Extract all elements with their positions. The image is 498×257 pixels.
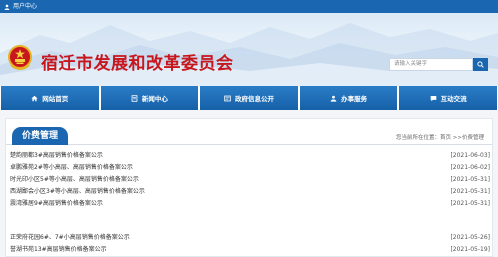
- nav-item-label: 互动交流: [440, 95, 467, 103]
- breadcrumb: 您当前所在位置：首页 >>价费管理: [396, 133, 484, 141]
- info-doc-icon: [224, 95, 231, 101]
- list-item[interactable]: 楚韵丽都3#高层销售价格备案公示 [2021-06-03]: [10, 151, 490, 161]
- nav-item-services[interactable]: 办事服务: [299, 86, 398, 110]
- nav-item-label: 新闻中心: [141, 95, 168, 103]
- page: 用户中心 宿迁市发展和改革委员会 请输入关键字 网站首页 新闻中心 政府信息公开…: [0, 0, 498, 257]
- content-panel: 价费管理 您当前所在位置：首页 >>价费管理 楚韵丽都3#高层销售价格备案公示 …: [5, 118, 493, 257]
- site-title: 宿迁市发展和改革委员会: [41, 54, 234, 74]
- document-icon: [131, 94, 138, 102]
- list-item[interactable]: 卓鹏雅苑2#等小高层、高层销售价格备案公示 [2021-06-02]: [10, 163, 490, 173]
- list-item[interactable]: 时光印小区5#等小高层、高层销售价格备案公示 [2021-05-31]: [10, 175, 490, 185]
- list-item-title[interactable]: 卓鹏雅苑2#等小高层、高层销售价格备案公示: [10, 163, 133, 173]
- main-nav: 网站首页 新闻中心 政府信息公开 办事服务 互动交流: [0, 86, 498, 110]
- nav-item-label: 政府信息公开: [234, 95, 274, 103]
- list-item-date: [2021-05-31]: [450, 200, 490, 207]
- list-item-date: [2021-05-26]: [450, 234, 490, 241]
- user-icon: [4, 4, 10, 10]
- breadcrumb-prefix: 您当前所在位置：: [396, 135, 441, 141]
- nav-item-gov-info[interactable]: 政府信息公开: [200, 86, 298, 110]
- panel-header: 价费管理 您当前所在位置：首页 >>价费管理: [6, 127, 492, 145]
- list-item-title[interactable]: 誉湖书苑13#高层销售价格备案公示: [10, 245, 107, 255]
- header-banner: 宿迁市发展和改革委员会 请输入关键字: [0, 13, 498, 86]
- nav-item-label: 网站首页: [42, 95, 69, 103]
- national-emblem-icon: [8, 45, 32, 70]
- list-item-title[interactable]: 楚韵丽都3#高层销售价格备案公示: [10, 151, 103, 161]
- top-bar: 用户中心: [0, 0, 498, 13]
- list-item-date: [2021-05-31]: [450, 188, 490, 195]
- list-item-date: [2021-05-31]: [450, 176, 490, 183]
- list-item-date: [2021-06-02]: [450, 164, 490, 171]
- search-input[interactable]: 请输入关键字: [389, 58, 473, 71]
- list-item-date: [2021-06-03]: [450, 152, 490, 159]
- search-button[interactable]: [473, 58, 488, 71]
- nav-item-interaction[interactable]: 互动交流: [399, 86, 497, 110]
- search-icon: [477, 61, 484, 68]
- list-item-title[interactable]: 震湾雅居9#高层销售价格备案公示: [10, 199, 103, 209]
- list-item[interactable]: 正荣府花园6#、7#小高层销售价格备案公示 [2021-05-26]: [10, 233, 490, 243]
- list-item-title[interactable]: 时光印小区5#等小高层、高层销售价格备案公示: [10, 175, 139, 185]
- home-icon: [31, 95, 38, 101]
- user-center-link[interactable]: 用户中心: [13, 0, 37, 13]
- nav-item-label: 办事服务: [341, 95, 368, 103]
- breadcrumb-path[interactable]: 首页 >>价费管理: [440, 135, 484, 141]
- nav-item-home[interactable]: 网站首页: [1, 86, 99, 110]
- list-item-title[interactable]: 西湖鄙会小区3#等小高层、高层销售价格备案公示: [10, 187, 145, 197]
- people-icon: [330, 95, 337, 102]
- list-item-date: [2021-05-19]: [450, 246, 490, 253]
- list-item-title[interactable]: 正荣府花园6#、7#小高层销售价格备案公示: [10, 233, 130, 243]
- list-item[interactable]: 誉湖书苑13#高层销售价格备案公示 [2021-05-19]: [10, 245, 490, 255]
- nav-item-news[interactable]: 新闻中心: [100, 86, 199, 110]
- list-item[interactable]: 西湖鄙会小区3#等小高层、高层销售价格备案公示 [2021-05-31]: [10, 187, 490, 197]
- list-item[interactable]: 震湾雅居9#高层销售价格备案公示 [2021-05-31]: [10, 199, 490, 209]
- panel-title-tab: 价费管理: [12, 127, 69, 145]
- chat-icon: [430, 95, 436, 101]
